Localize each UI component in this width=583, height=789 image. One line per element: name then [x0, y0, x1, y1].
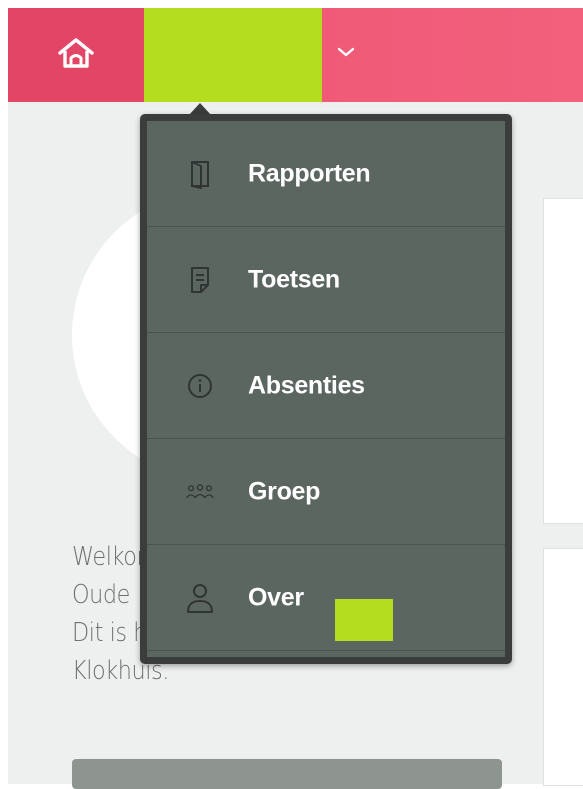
top-navigation-bar — [8, 8, 583, 102]
content-card — [543, 198, 583, 524]
menu-item-rapporten[interactable]: Rapporten — [147, 121, 505, 227]
chevron-down-icon — [337, 45, 355, 63]
menu-item-label: Over — [248, 583, 304, 611]
menu-item-toetsen[interactable]: Toetsen — [147, 227, 505, 333]
menu-item-over[interactable]: Over — [147, 545, 505, 651]
menu-item-absenties[interactable]: Absenties — [147, 333, 505, 439]
child-selector[interactable] — [144, 8, 322, 102]
home-button[interactable] — [8, 8, 144, 102]
menu-item-label: Groep — [248, 477, 321, 505]
group-people-icon — [185, 477, 215, 507]
child-dropdown-toggle[interactable] — [326, 36, 366, 72]
navigation-dropdown-menu: Rapporten Toetsen Absenties Groep Over — [140, 114, 512, 664]
info-circle-icon — [185, 371, 215, 401]
redacted-name-block — [335, 599, 393, 641]
menu-item-label: Toetsen — [248, 265, 340, 293]
bottom-action-button[interactable] — [72, 759, 502, 789]
menu-item-groep[interactable]: Groep — [147, 439, 505, 545]
content-card — [543, 548, 583, 786]
person-icon — [185, 583, 215, 613]
menu-item-label: Absenties — [248, 371, 365, 399]
menu-item-label: Rapporten — [248, 159, 371, 187]
report-book-icon — [185, 159, 215, 189]
test-document-icon — [185, 265, 215, 295]
home-icon — [56, 36, 96, 75]
